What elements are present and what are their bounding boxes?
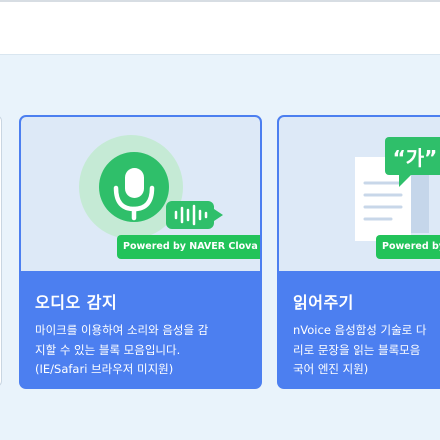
- card-illustration: “가” Powered by NAVER Clova: [279, 117, 440, 271]
- audio-detection-card[interactable]: Powered by NAVER Clova 오디오 감지 마이크를 이용하여 …: [19, 115, 262, 389]
- card-body: 읽어주기 nVoice 음성합성 기술로 다 리로 문장을 읽는 블록모음 국어…: [279, 271, 440, 387]
- read-aloud-card[interactable]: “가” Powered by NAVER Clova 읽어주기 nVoice 음…: [277, 115, 440, 389]
- description-line: 지할 수 있는 블록 모음입니다.: [35, 342, 181, 357]
- card-description: nVoice 음성합성 기술로 다 리로 문장을 읽는 블록모음 국어 엔진 지…: [293, 321, 427, 380]
- card-illustration: Powered by NAVER Clova: [21, 117, 260, 271]
- card-title: 오디오 감지: [35, 293, 118, 312]
- powered-by-badge: Powered by NAVER Clova: [376, 235, 440, 259]
- top-bar: [0, 0, 440, 55]
- description-line: 리로 문장을 읽는 블록모음: [293, 342, 421, 357]
- powered-by-badge: Powered by NAVER Clova: [117, 235, 260, 259]
- description-line: 국어 엔진 지원): [293, 362, 369, 376]
- card-description: 마이크를 이용하여 소리와 음성을 감 지할 수 있는 블록 모음입니다. (I…: [35, 321, 208, 380]
- description-line: 마이크를 이용하여 소리와 음성을 감: [35, 323, 209, 337]
- bubble-text: “가”: [393, 146, 438, 170]
- card-title: 읽어주기: [293, 293, 354, 312]
- previous-card-edge[interactable]: [0, 115, 2, 387]
- card-body: 오디오 감지 마이크를 이용하여 소리와 음성을 감 지할 수 있는 블록 모음…: [21, 271, 260, 387]
- description-line: (IE/Safari 브라우저 미지원): [35, 362, 174, 376]
- description-line: nVoice 음성합성 기술로 다: [293, 323, 427, 337]
